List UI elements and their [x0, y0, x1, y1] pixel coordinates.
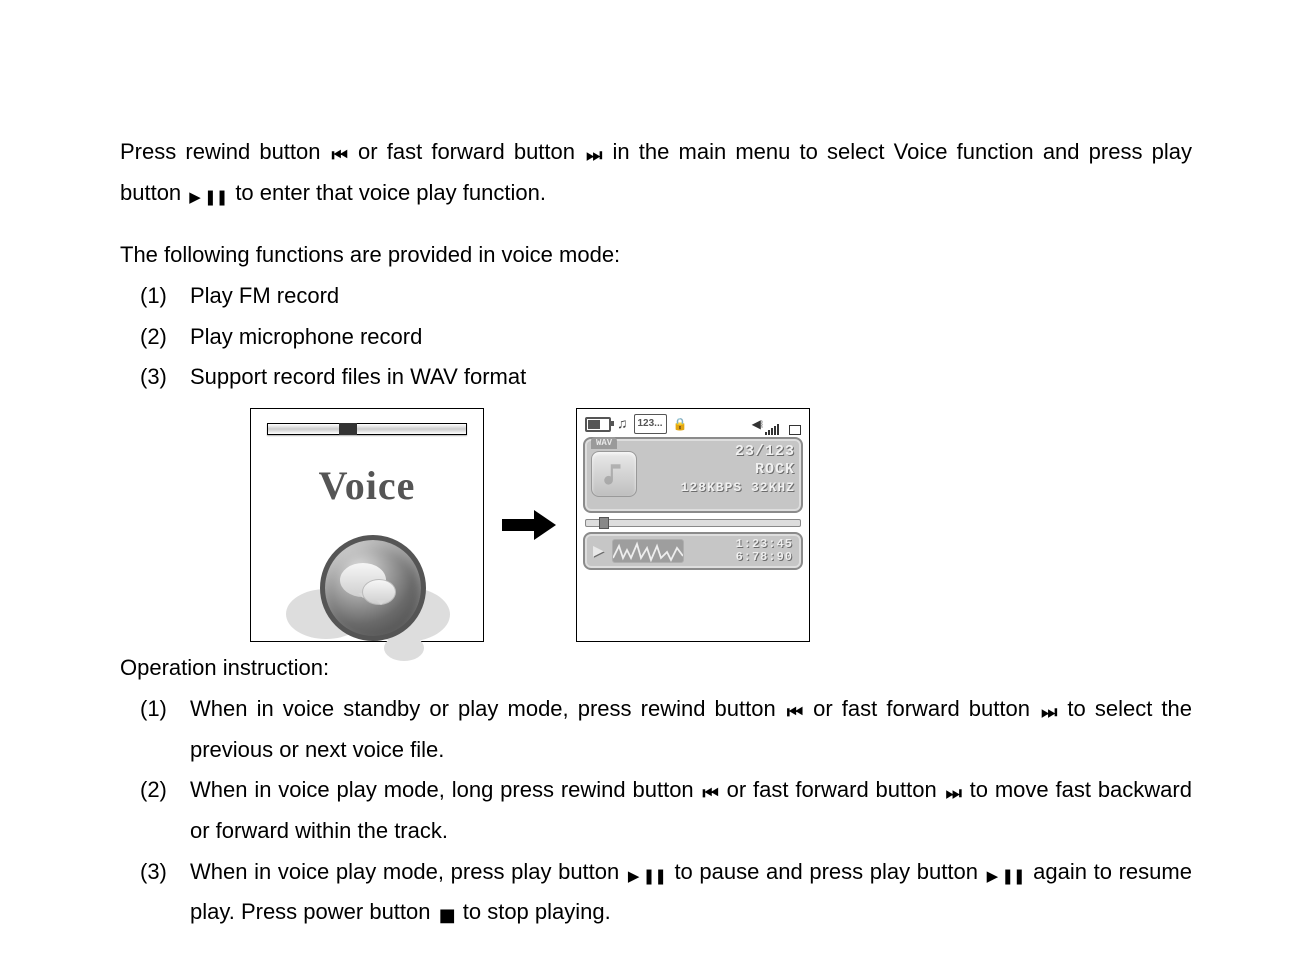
eq-mode: ROCK	[643, 461, 795, 479]
text: When in voice standby or play mode, pres…	[190, 696, 785, 721]
play-pause-icon: ▶ ❚❚	[626, 863, 668, 891]
rewind-icon: ⏮	[330, 139, 349, 172]
speaker-icon: ◀	[752, 413, 761, 435]
status-bar: ♫ 123... 🔒 ◀ ⦚	[583, 415, 803, 433]
battery-icon	[585, 417, 611, 432]
lock-icon: 🔒	[673, 413, 688, 435]
text: to enter that voice play function.	[235, 180, 546, 205]
list-text: Play microphone record	[190, 317, 1192, 358]
forward-icon: ⏭	[1039, 696, 1058, 729]
rewind-icon: ⏮	[701, 777, 720, 810]
music-icon: ♫	[617, 411, 628, 437]
seek-bar	[585, 519, 801, 527]
stop-icon: ■	[437, 899, 457, 932]
list-number: (3)	[140, 852, 190, 893]
menu-screenshot: Voice	[250, 408, 484, 642]
list-item: (3) Support record files in WAV format	[140, 357, 1192, 398]
text: When in voice play mode, press play butt…	[190, 859, 626, 884]
volume-box-icon	[789, 425, 801, 435]
menu-scrollbar	[267, 423, 467, 435]
list-text: When in voice play mode, long press rewi…	[190, 770, 1192, 851]
text: to pause and press play button	[674, 859, 984, 884]
list-number: (2)	[140, 770, 190, 811]
text: When in voice play mode, long press rewi…	[190, 777, 701, 802]
list-text: When in voice play mode, press play butt…	[190, 852, 1192, 933]
menu-title: Voice	[263, 449, 471, 523]
file-format-tag: WAV	[591, 437, 617, 449]
playback-screenshot: ♫ 123... 🔒 ◀ ⦚ WAV 23/123 ROCK 128	[576, 408, 810, 642]
list-text: Support record files in WAV format	[190, 357, 1192, 398]
track-index: 23/123	[643, 443, 795, 461]
list-item: (1) When in voice standby or play mode, …	[140, 689, 1192, 770]
function-list: (1) Play FM record (2) Play microphone r…	[120, 276, 1192, 398]
list-item: (3) When in voice play mode, press play …	[140, 852, 1192, 933]
text: or fast forward button	[727, 777, 944, 802]
play-icon: ▶	[593, 538, 604, 564]
list-number: (1)	[140, 276, 190, 317]
intro-paragraph-2: The following functions are provided in …	[120, 235, 1192, 276]
play-pause-icon: ▶ ❚❚	[985, 863, 1027, 891]
time-total: 6:78:90	[736, 551, 793, 564]
track-info-panel: WAV 23/123 ROCK 128KBPS 32KHZ	[583, 437, 803, 513]
list-number: (3)	[140, 357, 190, 398]
operation-list: (1) When in voice standby or play mode, …	[120, 689, 1192, 933]
list-number: (1)	[140, 689, 190, 730]
text: Press rewind button	[120, 139, 330, 164]
list-item: (2) When in voice play mode, long press …	[140, 770, 1192, 851]
list-item: (2) Play microphone record	[140, 317, 1192, 358]
voice-icon	[292, 529, 442, 659]
text: or fast forward button	[813, 696, 1030, 721]
manual-page: Press rewind button ⏮ or fast forward bu…	[0, 0, 1312, 973]
intro-paragraph-1: Press rewind button ⏮ or fast forward bu…	[120, 132, 1192, 213]
screenshot-figures: Voice ♫ 123... 🔒 ◀ ⦚	[250, 408, 1192, 642]
time-display: 1:23:45 6:78:90	[736, 538, 793, 564]
list-text: Play FM record	[190, 276, 1192, 317]
list-item: (1) Play FM record	[140, 276, 1192, 317]
file-icon	[591, 451, 637, 497]
text: or fast forward button	[358, 139, 584, 164]
codec-info: 128KBPS 32KHZ	[643, 479, 795, 497]
waveform-icon	[612, 539, 684, 563]
forward-icon: ⏭	[944, 777, 963, 810]
playback-panel: ▶ 1:23:45 6:78:90	[583, 532, 803, 570]
folder-indicator: 123...	[634, 414, 667, 435]
list-number: (2)	[140, 317, 190, 358]
rewind-icon: ⏮	[785, 696, 804, 729]
list-text: When in voice standby or play mode, pres…	[190, 689, 1192, 770]
play-pause-icon: ▶ ❚❚	[187, 184, 229, 212]
forward-icon: ⏭	[584, 139, 603, 172]
volume-indicator: ◀ ⦚	[752, 413, 801, 435]
arrow-icon	[502, 510, 558, 540]
text: to stop playing.	[463, 899, 611, 924]
operation-heading: Operation instruction:	[120, 648, 1192, 689]
